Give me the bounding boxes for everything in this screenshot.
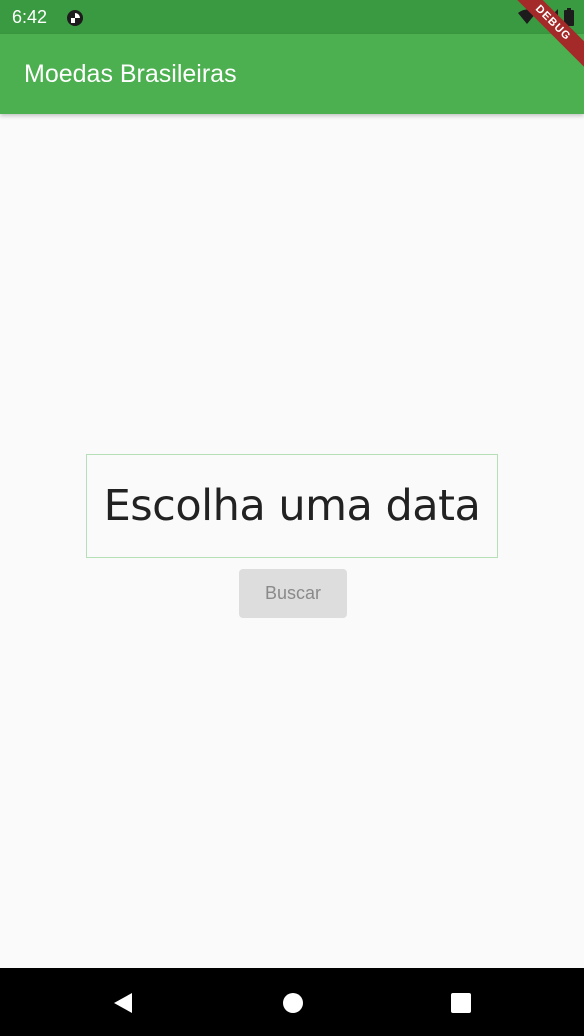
date-picker-label: Escolha uma data <box>103 481 481 531</box>
recents-square-icon[interactable] <box>450 992 472 1014</box>
status-time: 6:42 <box>12 7 48 27</box>
app-bar: Moedas Brasileiras <box>0 34 584 114</box>
circle-status-icon <box>67 10 83 26</box>
date-picker-field[interactable]: Escolha uma data <box>86 454 498 558</box>
app-title: Moedas Brasileiras <box>24 60 237 88</box>
app-screen: 6:42 DEBUG Moedas Brasileiras Escolha um… <box>0 0 584 1036</box>
navigation-bar <box>0 968 584 1036</box>
home-circle-icon[interactable] <box>282 992 304 1014</box>
back-triangle-icon[interactable] <box>112 992 134 1014</box>
search-button[interactable]: Buscar <box>239 569 347 618</box>
status-bar: 6:42 <box>0 0 584 34</box>
